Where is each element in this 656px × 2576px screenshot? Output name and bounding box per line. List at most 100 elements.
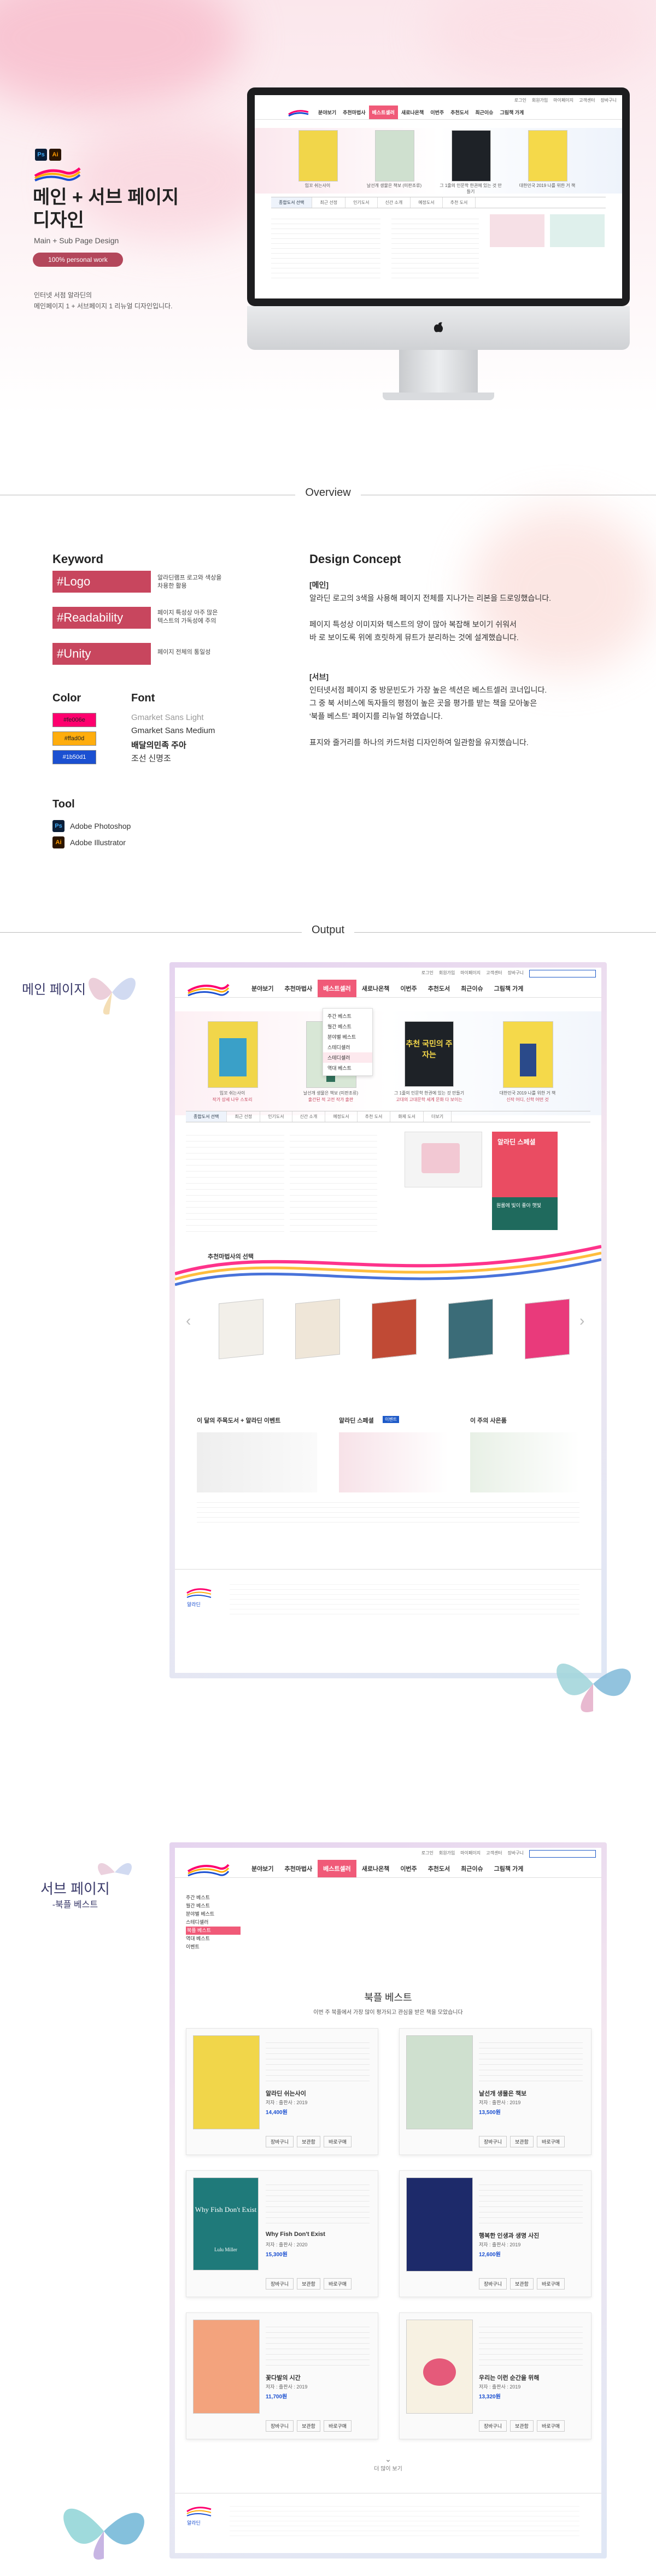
search-input[interactable]	[529, 970, 596, 977]
book-cover[interactable]	[298, 130, 338, 182]
promo-banner[interactable]: 원룸에 빛이 좋아 햇빛	[492, 1197, 558, 1230]
book-cover[interactable]	[406, 2035, 473, 2129]
search-input[interactable]	[529, 1850, 596, 1858]
dropdown-item[interactable]: 주간 베스트	[323, 1011, 372, 1021]
dropdown-item[interactable]: 스테디셀러	[323, 1052, 372, 1063]
book-title[interactable]: Why Fish Don't Exist	[266, 2231, 325, 2238]
book-cover[interactable]	[448, 1298, 493, 1360]
topbar-link[interactable]: 고객센터	[486, 1850, 502, 1858]
topbar-link[interactable]: 장바구니	[601, 97, 617, 103]
book-cover[interactable]	[372, 1298, 417, 1360]
tab[interactable]: 최근 선정	[227, 1111, 261, 1122]
book-cover[interactable]	[208, 1021, 258, 1088]
nav-item[interactable]: 이번주	[427, 106, 447, 119]
tab[interactable]: 신간 소개	[378, 197, 411, 208]
nav-item-active[interactable]: 베스트셀러	[318, 980, 356, 997]
tab[interactable]: 인기도서	[345, 197, 378, 208]
nav-item[interactable]: 추천도서	[423, 980, 455, 997]
promo-banner[interactable]	[490, 214, 544, 247]
wishlist-button[interactable]: 보관함	[510, 2136, 534, 2147]
nav-item[interactable]: 그림책 가게	[496, 106, 527, 119]
category-list[interactable]	[391, 214, 479, 280]
category-list[interactable]	[290, 1129, 377, 1233]
topbar-link[interactable]: 로그인	[421, 970, 434, 977]
book-cover[interactable]	[295, 1298, 340, 1360]
chevron-right-icon[interactable]: ›	[579, 1312, 584, 1330]
wishlist-button[interactable]: 보관함	[297, 2136, 320, 2147]
nav-item-active[interactable]: 베스트셀러	[318, 1860, 356, 1877]
sidebar-item[interactable]: 역대 베스트	[186, 1935, 241, 1943]
promo-card[interactable]	[405, 1132, 482, 1187]
nav-item[interactable]: 최근이슈	[455, 980, 488, 997]
topbar-link[interactable]: 고객센터	[579, 97, 595, 103]
buy-now-button[interactable]: 바로구매	[536, 2420, 565, 2432]
sidebar-item[interactable]: 주간 베스트	[186, 1894, 241, 1902]
book-cover[interactable]: Why Fish Don't Exist Lulu Miller	[193, 2177, 259, 2270]
book-cover[interactable]	[528, 130, 567, 182]
book-cover[interactable]	[525, 1298, 570, 1360]
event-card-stack[interactable]	[197, 1432, 317, 1492]
sidebar-item[interactable]: 월간 베스트	[186, 1902, 241, 1910]
book-cover[interactable]	[219, 1298, 263, 1360]
promo-banner[interactable]	[550, 214, 605, 247]
topbar-link[interactable]: 장바구니	[508, 1850, 524, 1858]
nav-item-active[interactable]: 베스트셀러	[368, 106, 398, 119]
aladin-logo-icon[interactable]	[186, 1860, 230, 1877]
book-cover[interactable]	[406, 2177, 473, 2271]
dropdown-item[interactable]: 분야별 베스트	[323, 1032, 372, 1042]
wishlist-button[interactable]: 보관함	[297, 2420, 320, 2432]
nav-item[interactable]: 추천마법사	[279, 1860, 318, 1877]
nav-item[interactable]: 그림책 가게	[489, 980, 529, 997]
tab[interactable]: 종합도서 선택	[186, 1111, 227, 1122]
buy-now-button[interactable]: 바로구매	[323, 2420, 352, 2432]
footer-logo-icon[interactable]	[186, 2504, 213, 2517]
tab[interactable]: 화제 도서	[390, 1111, 424, 1122]
book-card[interactable]: 꽃다발의 시간 저자 : 출판사 : 2019 11,700원 장바구니 보관함…	[186, 2312, 378, 2439]
nav-item[interactable]: 최근이슈	[472, 106, 496, 119]
cart-button[interactable]: 장바구니	[479, 2420, 507, 2432]
nav-item[interactable]: 새로나온책	[398, 106, 427, 119]
nav-item[interactable]: 분야보기	[246, 980, 279, 997]
dropdown-item[interactable]: 스테디셀러	[323, 1042, 372, 1052]
dropdown-item[interactable]: 월간 베스트	[323, 1021, 372, 1032]
nav-item[interactable]: 최근이슈	[455, 1860, 488, 1877]
tab[interactable]: 예정도서	[325, 1111, 358, 1122]
nav-item[interactable]: 추천마법사	[339, 106, 368, 119]
nav-item[interactable]: 이번주	[395, 980, 422, 997]
dropdown-item[interactable]: 역대 베스트	[323, 1063, 372, 1073]
aladin-logo-icon[interactable]	[186, 980, 230, 997]
book-cover[interactable]	[193, 2320, 260, 2414]
book-cover[interactable]: 추천 국민의 주자는	[405, 1021, 454, 1087]
topbar-link[interactable]: 회원가입	[439, 1850, 455, 1858]
topbar-link[interactable]: 회원가입	[439, 970, 455, 977]
cart-button[interactable]: 장바구니	[479, 2278, 507, 2290]
topbar-link[interactable]: 장바구니	[508, 970, 524, 977]
book-card[interactable]: 알라딘 쉬는사이 저자 : 출판사 : 2019 14,400원 장바구니 보관…	[186, 2028, 378, 2155]
buy-now-button[interactable]: 바로구매	[323, 2278, 352, 2290]
nav-item[interactable]: 추천도서	[423, 1860, 455, 1877]
book-cover[interactable]	[375, 130, 414, 182]
book-title[interactable]: 꽃다발의 시간	[266, 2373, 301, 2382]
topbar-link[interactable]: 마이페이지	[460, 970, 481, 977]
book-title[interactable]: 우리는 이런 순간을 위해	[479, 2373, 539, 2382]
book-card[interactable]: Why Fish Don't Exist Lulu Miller Why Fis…	[186, 2170, 378, 2297]
cart-button[interactable]: 장바구니	[479, 2136, 507, 2147]
topbar-link[interactable]: 마이페이지	[460, 1850, 481, 1858]
nav-item[interactable]: 그림책 가게	[489, 1860, 529, 1877]
nav-item[interactable]: 추천마법사	[279, 980, 318, 997]
book-cover[interactable]	[406, 2320, 473, 2414]
tab[interactable]: 종합도서 선택	[271, 197, 313, 208]
gift-card-stack[interactable]	[470, 1432, 579, 1492]
book-title[interactable]: 행복한 인생과 생명 사진	[479, 2231, 539, 2240]
cart-button[interactable]: 장바구니	[266, 2420, 294, 2432]
book-cover[interactable]	[193, 2035, 260, 2129]
sidebar-item[interactable]: 이벤트	[186, 1943, 241, 1951]
sidebar-item-active[interactable]: 북플 베스트	[186, 1927, 241, 1935]
sub-category-list[interactable]	[251, 1894, 579, 1954]
promo-banner[interactable]: 알라딘 스페셜	[492, 1132, 558, 1197]
topbar-link[interactable]: 마이페이지	[553, 97, 573, 103]
tab[interactable]: 인기도서	[260, 1111, 292, 1122]
nav-item[interactable]: 새로나온책	[356, 1860, 395, 1877]
category-list[interactable]	[186, 1129, 284, 1233]
book-card[interactable]: 행복한 인생과 생명 사진 저자 : 출판사 : 2019 12,600원 장바…	[399, 2170, 591, 2297]
